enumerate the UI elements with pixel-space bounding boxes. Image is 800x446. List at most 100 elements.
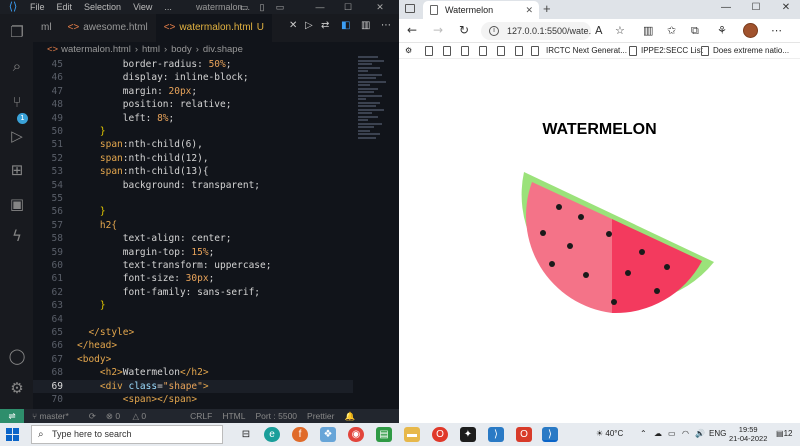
code-line[interactable]: 58 text-align: center; xyxy=(33,232,353,245)
code-line[interactable]: 45 border-radius: 50%; xyxy=(33,58,353,71)
layout-toggle-icon[interactable]: ▭ xyxy=(236,0,252,14)
favorites-icon[interactable]: ✩ xyxy=(667,24,676,37)
bookmark-page-icon[interactable] xyxy=(443,46,451,56)
menu-more[interactable]: ... xyxy=(164,2,172,12)
chrome-icon[interactable]: ◉ xyxy=(348,427,364,442)
code-line[interactable]: 56 } xyxy=(33,205,353,218)
code-line[interactable]: 50 } xyxy=(33,125,353,138)
close-icon[interactable]: ✕ xyxy=(372,0,388,14)
maximize-icon[interactable]: ☐ xyxy=(747,2,765,13)
notifications-bell-icon[interactable]: 🔔 xyxy=(344,411,355,422)
code-line[interactable]: 57 h2{ xyxy=(33,219,353,232)
url-field[interactable]: i 127.0.0.1:5500/wate... xyxy=(481,22,591,40)
code-line[interactable]: 63 } xyxy=(33,299,353,312)
bookmark-ippe2[interactable]: IPPE2:SECC List xyxy=(641,46,703,55)
remote-icon[interactable]: ⇌ xyxy=(0,409,24,423)
tab-watermalon-html[interactable]: <> watermalon.html U xyxy=(155,14,272,42)
bookmark-page-icon[interactable] xyxy=(497,46,505,56)
code-line[interactable]: 51 span:nth-child(6), xyxy=(33,138,353,151)
code-line[interactable]: 55 xyxy=(33,192,353,205)
menu-view[interactable]: View xyxy=(133,2,152,12)
account-icon[interactable]: ◯ xyxy=(7,346,27,366)
edge-browser-icon[interactable]: e xyxy=(264,427,280,442)
code-line[interactable]: 47 margin: 20px; xyxy=(33,85,353,98)
menu-file[interactable]: File xyxy=(30,2,45,12)
minimap[interactable] xyxy=(358,56,388,176)
code-line[interactable]: 52 span:nth-child(12), xyxy=(33,152,353,165)
browser-tab[interactable]: Watermelon ✕ xyxy=(423,1,539,19)
source-control-icon[interactable]: ⑂ xyxy=(7,92,27,112)
refresh-icon[interactable]: ↻ xyxy=(459,23,469,37)
tab-awesome-html[interactable]: <> awesome.html xyxy=(60,14,156,42)
bookmark-page-icon[interactable] xyxy=(461,46,469,56)
clock[interactable]: 19:59 21-04-2022 xyxy=(729,425,767,443)
windows-start-icon[interactable] xyxy=(6,428,19,441)
collections-icon[interactable]: ⧉ xyxy=(691,24,699,38)
layout-toggle-icon[interactable]: ▯ xyxy=(254,0,270,14)
code-line[interactable]: 68 <h2>Watermelon</h2> xyxy=(33,366,353,379)
bookmark-page-icon[interactable] xyxy=(479,46,487,56)
minimize-icon[interactable]: — xyxy=(717,2,735,13)
wifi-icon[interactable]: ◠ xyxy=(682,429,689,438)
sync-icon[interactable]: ⟳ xyxy=(89,411,96,422)
code-line[interactable]: 60 text-transform: uppercase; xyxy=(33,259,353,272)
extensions-icon[interactable]: ⊞ xyxy=(7,160,27,180)
avatar[interactable] xyxy=(743,23,758,38)
bookmark-irctc[interactable]: IRCTC Next Generat... xyxy=(546,46,627,55)
app-icon[interactable]: ▤ xyxy=(376,427,392,442)
code-line[interactable]: 70 <span></span> xyxy=(33,393,353,406)
close-tab-icon[interactable]: ✕ xyxy=(525,1,533,19)
taskbar-search-input[interactable]: ⌕ Type here to search xyxy=(31,425,223,444)
volume-icon[interactable]: 🔊 xyxy=(695,429,705,438)
maximize-icon[interactable]: ☐ xyxy=(340,0,356,14)
code-line[interactable]: 46 display: inline-block; xyxy=(33,71,353,84)
minimize-icon[interactable]: — xyxy=(312,0,328,14)
split-screen-icon[interactable]: ▥ xyxy=(643,24,653,37)
new-tab-icon[interactable]: + xyxy=(543,1,551,16)
favorite-star-icon[interactable]: ☆ xyxy=(615,24,625,37)
branch-indicator[interactable]: ⑂ master* xyxy=(32,411,79,421)
run-icon[interactable]: ▷ xyxy=(305,20,313,31)
eol-indicator[interactable]: CRLF xyxy=(190,411,212,421)
bookmark-page-icon[interactable] xyxy=(531,46,539,56)
settings-gear-icon[interactable]: ⚙ xyxy=(405,46,412,55)
live-preview-icon[interactable]: ◧ xyxy=(341,20,350,31)
forward-arrow-icon[interactable]: → xyxy=(433,23,443,37)
vscode-taskbar-icon[interactable]: ⟩ xyxy=(488,427,504,442)
firefox-icon[interactable]: f xyxy=(292,427,308,442)
task-view-icon[interactable]: ⊟ xyxy=(238,427,254,442)
more-actions-icon[interactable]: ⋯ xyxy=(381,20,391,31)
code-line[interactable]: 49 left: 8%; xyxy=(33,112,353,125)
problems-indicator[interactable]: ⊗ 0 △ 0 xyxy=(106,411,156,422)
code-line[interactable]: 62 font-family: sans-serif; xyxy=(33,286,353,299)
bookmark-page-icon[interactable] xyxy=(425,46,433,56)
run-debug-icon[interactable]: ▷ xyxy=(7,126,27,146)
settings-gear-icon[interactable]: ⚙ xyxy=(7,378,27,398)
opera-icon[interactable]: O xyxy=(432,427,448,442)
code-line[interactable]: 69 <div class="shape"> xyxy=(33,379,353,393)
code-line[interactable]: 67 <body> xyxy=(33,353,353,366)
live-server-port[interactable]: Port : 5500 xyxy=(255,411,297,421)
split-editor-icon[interactable]: ▥ xyxy=(361,20,370,31)
compare-icon[interactable]: ⇄ xyxy=(321,20,329,31)
language-mode[interactable]: HTML xyxy=(222,411,245,421)
app-icon[interactable]: ✦ xyxy=(460,427,476,442)
lightning-icon[interactable]: ϟ xyxy=(7,226,27,246)
more-menu-icon[interactable]: ⋯ xyxy=(771,24,782,37)
weather-widget[interactable]: ☀ 40°C xyxy=(596,429,623,438)
tray-app-icon[interactable]: ☁ xyxy=(654,429,662,438)
menu-edit[interactable]: Edit xyxy=(57,2,73,12)
back-arrow-icon[interactable]: ← xyxy=(407,23,417,37)
breadcrumb-item[interactable]: watermalon.html xyxy=(61,44,131,55)
code-line[interactable]: 54 background: transparent; xyxy=(33,179,353,192)
close-tab-icon[interactable]: ✕ xyxy=(289,20,297,31)
code-line[interactable]: 48 position: relative; xyxy=(33,98,353,111)
code-line[interactable]: 64 xyxy=(33,313,353,326)
close-icon[interactable]: ✕ xyxy=(777,2,795,13)
layout-toggle-icon[interactable]: ▭ xyxy=(272,0,288,14)
code-line[interactable]: 59 margin-top: 15%; xyxy=(33,246,353,259)
code-line[interactable]: 53 span:nth-child(13){ xyxy=(33,165,353,178)
code-line[interactable]: 61 font-size: 30px; xyxy=(33,272,353,285)
tab-ml[interactable]: ml xyxy=(33,14,60,42)
menu-selection[interactable]: Selection xyxy=(84,2,121,12)
